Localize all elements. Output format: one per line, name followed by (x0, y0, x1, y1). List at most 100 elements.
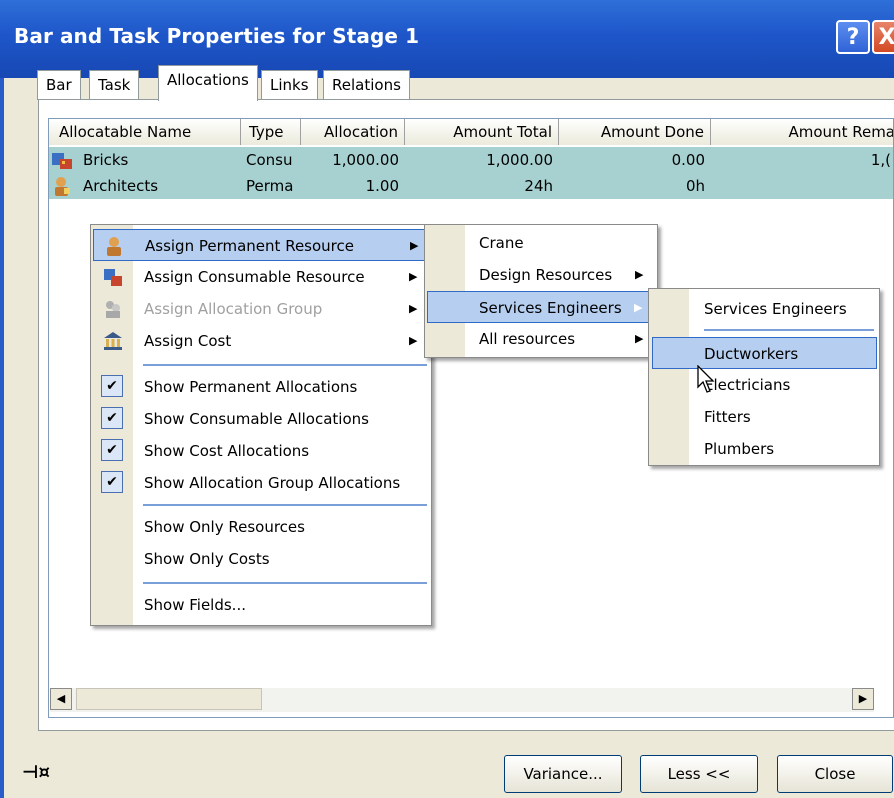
person-icon (107, 237, 121, 256)
submenu-item-crane[interactable]: Crane (425, 227, 657, 259)
tab-links[interactable]: Links (261, 70, 318, 100)
submenu-arrow-icon: ▶ (635, 268, 644, 281)
cell-type: Consu (246, 151, 293, 169)
menu-item-label: Services Engineers (704, 300, 847, 318)
menu-item-label: Plumbers (704, 440, 775, 458)
menu-item-label: Show Only Costs (144, 550, 270, 568)
menu-item-show-consumable-allocations[interactable]: ✔ Show Consumable Allocations (91, 403, 431, 435)
menu-item-show-allocation-group-allocations[interactable]: ✔ Show Allocation Group Allocations (91, 467, 431, 499)
menu-item-label: Services Engineers (479, 299, 622, 317)
menu-item-label: Fitters (704, 408, 751, 426)
window-close-button[interactable]: X (872, 20, 894, 54)
menu-item-label: Show Consumable Allocations (144, 410, 369, 428)
cell-amount-done: 0.00 (671, 151, 705, 169)
menu-item-assign-allocation-group: Assign Allocation Group ▶ (91, 293, 431, 325)
cell-name: Architects (83, 177, 159, 195)
less-button[interactable]: Less << (640, 755, 758, 793)
menu-item-label: Show Fields... (144, 596, 246, 614)
menu-item-label: Show Cost Allocations (144, 442, 310, 460)
submenu-item-services-engineers[interactable]: Services Engineers ▶ (427, 291, 655, 323)
column-header-allocation[interactable]: Allocation (301, 119, 405, 145)
column-header-amount-total[interactable]: Amount Total (405, 119, 559, 145)
column-header-type[interactable]: Type (241, 119, 301, 145)
table-row[interactable]: Architects Perma 1.00 24h 0h (49, 173, 893, 199)
column-header-amount-done[interactable]: Amount Done (559, 119, 711, 145)
submenu-item-design-resources[interactable]: Design Resources ▶ (425, 259, 657, 291)
menu-item-label: Assign Consumable Resource (144, 268, 365, 286)
tab-bar[interactable]: Bar (37, 70, 81, 100)
close-button[interactable]: Close (777, 755, 893, 793)
submenu-item-electricians[interactable]: Electricians (649, 369, 879, 401)
menu-separator (143, 582, 427, 584)
menu-item-show-fields[interactable]: Show Fields... (91, 589, 431, 621)
cell-amount-done: 0h (685, 177, 705, 195)
menu-item-label: Crane (479, 234, 524, 252)
scroll-right-button[interactable]: ▶ (852, 688, 874, 710)
menu-separator (143, 364, 427, 366)
tab-task[interactable]: Task (89, 70, 140, 100)
window-title: Bar and Task Properties for Stage 1 (14, 24, 420, 48)
horizontal-scrollbar[interactable]: ◀ ▶ (50, 688, 874, 712)
menu-item-assign-permanent-resource[interactable]: Assign Permanent Resource ▶ (93, 229, 425, 261)
checkmark-icon: ✔ (101, 471, 123, 493)
context-menu: Assign Permanent Resource ▶ Assign Consu… (90, 224, 432, 626)
menu-item-show-cost-allocations[interactable]: ✔ Show Cost Allocations (91, 435, 431, 467)
submenu-arrow-icon: ▶ (634, 301, 643, 314)
checkmark-icon: ✔ (101, 375, 123, 397)
menu-item-label: All resources (479, 330, 576, 348)
checkmark-icon: ✔ (101, 407, 123, 429)
menu-item-assign-consumable-resource[interactable]: Assign Consumable Resource ▶ (91, 261, 431, 293)
menu-separator (704, 329, 874, 331)
cell-amount-remaining: 1,( (870, 151, 891, 169)
consumable-icon (104, 269, 122, 286)
mouse-cursor-icon (697, 365, 715, 393)
submenu-arrow-icon: ▶ (409, 334, 418, 347)
help-button[interactable]: ? (836, 20, 870, 54)
column-header-name[interactable]: Allocatable Name (49, 119, 241, 145)
menu-item-label: Show Allocation Group Allocations (144, 474, 401, 492)
tab-relations[interactable]: Relations (323, 70, 410, 100)
cell-allocation: 1.00 (365, 177, 399, 195)
submenu-item-fitters[interactable]: Fitters (649, 401, 879, 433)
submenu-arrow-icon: ▶ (409, 270, 418, 283)
submenu-item-plumbers[interactable]: Plumbers (649, 433, 879, 465)
submenu-arrow-icon: ▶ (635, 332, 644, 345)
menu-item-show-permanent-allocations[interactable]: ✔ Show Permanent Allocations (91, 371, 431, 403)
window-border (0, 78, 4, 798)
menu-separator (143, 504, 427, 506)
column-header-amount-remaining[interactable]: Amount Rema (711, 119, 893, 145)
menu-item-label: Design Resources (479, 266, 613, 284)
menu-item-show-only-resources[interactable]: Show Only Resources (91, 511, 431, 543)
tab-allocations[interactable]: Allocations (158, 65, 258, 101)
submenu-services-engineers: Services Engineers Ductworkers Electrici… (648, 288, 880, 466)
submenu-arrow-icon: ▶ (409, 302, 418, 315)
table-row[interactable]: Bricks Consu 1,000.00 1,000.00 0.00 1,( (49, 147, 893, 173)
variance-button[interactable]: Variance... (504, 755, 622, 793)
submenu-permanent-resources: Crane Design Resources ▶ Services Engine… (424, 224, 658, 358)
menu-item-label: Assign Cost (144, 332, 232, 350)
cell-amount-total: 24h (524, 177, 553, 195)
menu-item-assign-cost[interactable]: Assign Cost ▶ (91, 325, 431, 357)
person-icon (55, 177, 70, 196)
cell-type: Perma (246, 177, 294, 195)
menu-item-label: Assign Permanent Resource (145, 237, 354, 255)
scroll-left-button[interactable]: ◀ (50, 688, 72, 710)
cell-name: Bricks (83, 151, 129, 169)
scroll-thumb[interactable] (76, 688, 262, 710)
menu-item-label: Assign Allocation Group (144, 300, 323, 318)
submenu-item-all-resources[interactable]: All resources ▶ (425, 323, 657, 355)
submenu-arrow-icon: ▶ (410, 239, 419, 252)
cell-allocation: 1,000.00 (332, 151, 399, 169)
pin-icon[interactable]: ⊣¤ (22, 762, 50, 783)
menu-item-label: Show Permanent Allocations (144, 378, 358, 396)
group-icon (106, 301, 120, 318)
menu-item-show-only-costs[interactable]: Show Only Costs (91, 543, 431, 575)
submenu-item-ductworkers[interactable]: Ductworkers (652, 337, 877, 369)
bank-icon (104, 332, 122, 350)
submenu-item-services-engineers-group[interactable]: Services Engineers (649, 293, 879, 325)
menu-item-label: Show Only Resources (144, 518, 305, 536)
menu-item-label: Ductworkers (704, 345, 799, 363)
cell-amount-total: 1,000.00 (486, 151, 553, 169)
consumable-icon (52, 153, 72, 169)
checkmark-icon: ✔ (101, 439, 123, 461)
